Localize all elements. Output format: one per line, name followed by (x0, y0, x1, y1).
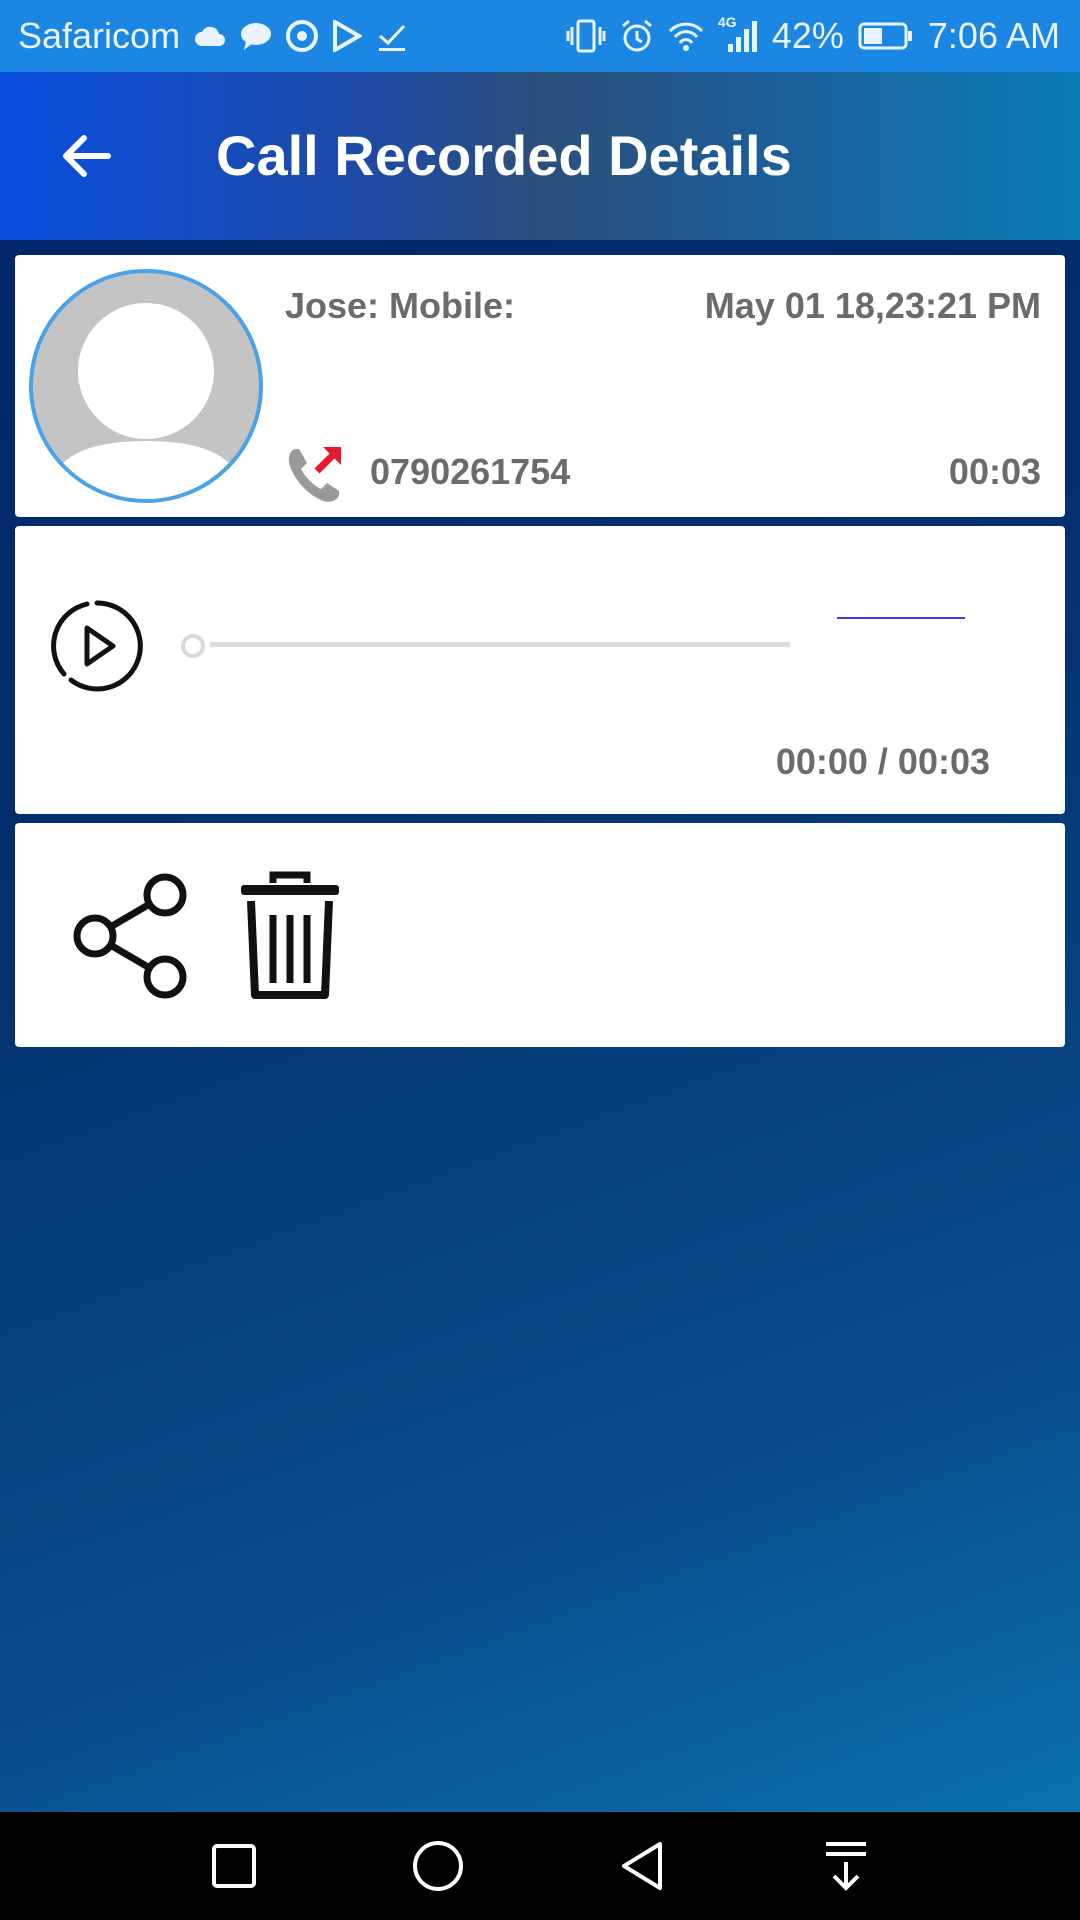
back-triangle-icon[interactable] (612, 1836, 672, 1896)
back-arrow-icon[interactable] (56, 126, 116, 186)
battery-percent: 42% (771, 15, 844, 56)
phone-number: 0790261754 (370, 451, 571, 492)
battery-icon (858, 22, 912, 50)
play-icon[interactable] (47, 596, 147, 696)
app-bar: Call Recorded Details (0, 72, 1080, 240)
status-bar-right: 4G 42% 7:06 AM (566, 0, 1060, 72)
carrier-label: Safaricom (18, 15, 181, 56)
cloud-icon (195, 26, 226, 46)
wifi-icon (668, 22, 703, 51)
recents-square-icon[interactable] (204, 1836, 264, 1896)
actions-card (15, 823, 1065, 1047)
notification-pulldown-icon[interactable] (816, 1836, 876, 1896)
signal-4g-icon: 4G (718, 14, 758, 54)
download-done-icon (379, 24, 406, 51)
call-duration: 00:03 (948, 451, 1041, 492)
seek-bar-thumb[interactable] (181, 634, 205, 658)
chat-icon (241, 23, 272, 50)
outgoing-call-icon (288, 447, 341, 502)
alarm-icon (621, 19, 652, 52)
call-datetime: May 01 18,23:21 PM (704, 285, 1041, 326)
person-placeholder-icon (51, 303, 241, 499)
status-bar-left: Safaricom (18, 0, 408, 72)
contact-avatar (29, 269, 263, 503)
status-bar: Safaricom 4G 42% 7:06 AM (0, 0, 1080, 72)
clock: 7:06 AM (927, 15, 1060, 56)
playback-time: 00:00 / 00:03 (775, 741, 990, 782)
call-info-card: Jose: Mobile: May 01 18,23:21 PM 0790261… (15, 255, 1065, 517)
contact-name: Jose: Mobile: (285, 285, 516, 326)
play-store-icon (333, 20, 363, 52)
home-circle-icon[interactable] (408, 1836, 468, 1896)
underline-link (837, 617, 965, 619)
audio-player-card: 00:00 / 00:03 (15, 526, 1065, 814)
trash-icon[interactable] (235, 871, 345, 1001)
seek-bar-track[interactable] (210, 642, 790, 647)
page-title: Call Recorded Details (216, 124, 792, 187)
vibrate-icon (566, 19, 606, 53)
system-nav-bar (0, 1812, 1080, 1920)
share-icon[interactable] (65, 871, 195, 1001)
chrome-icon (286, 20, 319, 52)
